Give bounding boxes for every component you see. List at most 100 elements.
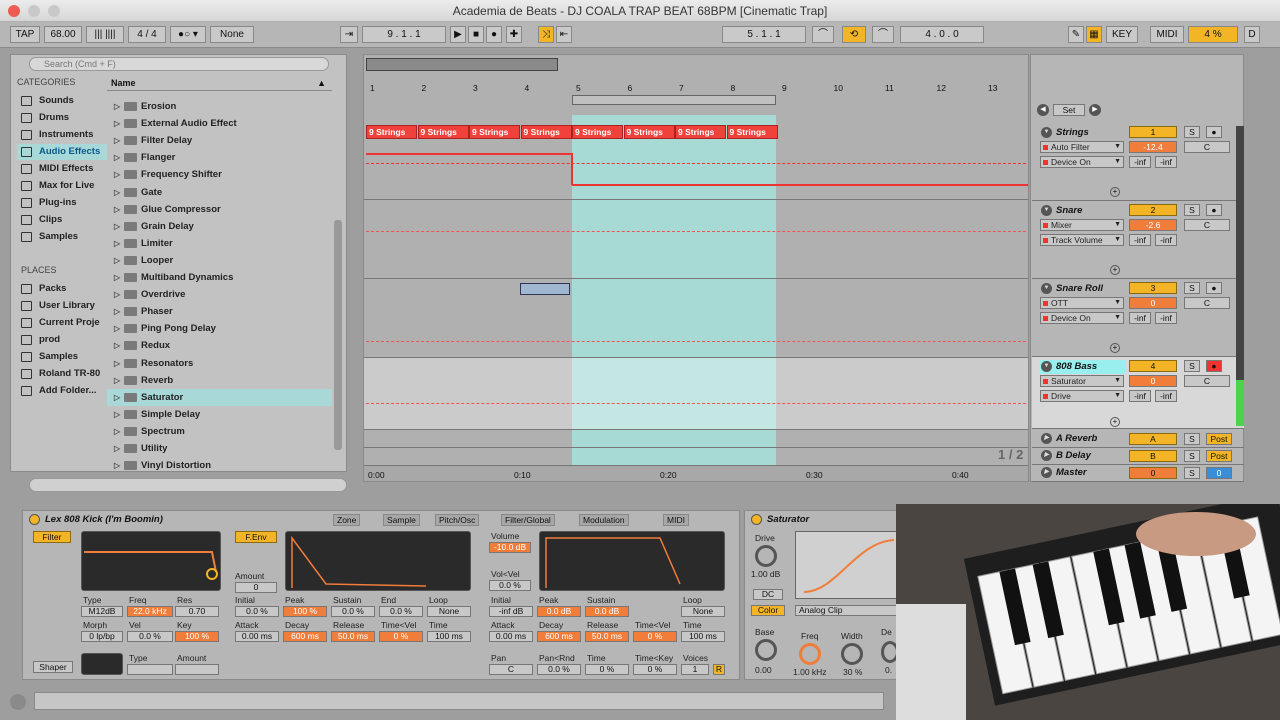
expand-triangle-icon[interactable]: ▷ (114, 457, 120, 474)
send-a-field[interactable]: -inf (1129, 312, 1151, 324)
freq-knob[interactable] (799, 643, 821, 665)
song-position-field[interactable]: 9 . 1 . 1 (362, 26, 446, 43)
device-chooser[interactable]: OTT ▼ (1040, 297, 1124, 309)
track-activator[interactable]: 2 (1129, 204, 1177, 216)
track-name[interactable]: ▼ Snare Roll (1040, 282, 1126, 296)
strings-clip[interactable]: 9 Strings (469, 125, 520, 139)
send-a-field[interactable]: -inf (1129, 234, 1151, 246)
filter-envelope-toggle[interactable]: F.Env (235, 531, 277, 543)
return-activator[interactable]: B (1129, 450, 1177, 462)
browser-item[interactable]: ▷ Saturator (107, 388, 332, 406)
timevel-field[interactable]: 0 % (379, 631, 423, 642)
device-chooser[interactable]: Saturator ▼ (1040, 375, 1124, 387)
amp-decay-field[interactable]: 600 ms (537, 631, 581, 642)
waveshape-select[interactable]: Analog Clip (795, 605, 901, 616)
amp-timevel-field[interactable]: 0 % (633, 631, 677, 642)
category-clips[interactable]: Clips (17, 212, 107, 228)
send-a-field[interactable]: -inf (1129, 156, 1151, 168)
shaper-type-select[interactable] (127, 664, 173, 675)
send-b-field[interactable]: -inf (1155, 390, 1177, 402)
browser-item[interactable]: ▷ Reverb (107, 372, 332, 389)
quantize-select[interactable]: None (210, 26, 254, 43)
tab-midi[interactable]: MIDI (663, 514, 689, 526)
strings-clip[interactable]: 9 Strings (726, 125, 778, 139)
browser-scrollbar[interactable] (334, 220, 342, 450)
volume-field[interactable]: -10.0 dB (489, 542, 531, 553)
add-automation-lane-icon[interactable]: + (1110, 265, 1120, 275)
expand-triangle-icon[interactable]: ▷ (114, 184, 120, 201)
device-chooser[interactable]: Mixer ▼ (1040, 219, 1124, 231)
zoom-window-button[interactable] (48, 5, 60, 17)
track-pan-field[interactable]: C (1184, 219, 1230, 231)
beat-ruler[interactable]: 1 2 3 4 5 6 7 8 9 10 11 12 13 (364, 81, 1028, 95)
color-button[interactable]: Color (751, 605, 785, 616)
fold-toggle-icon[interactable]: ▼ (1041, 205, 1052, 216)
dc-button[interactable]: DC (753, 589, 783, 600)
arm-button[interactable]: ● (1206, 126, 1222, 138)
track-pan-field[interactable]: C (1184, 141, 1230, 153)
info-view-toggle[interactable] (10, 694, 26, 710)
tab-modulation[interactable]: Modulation (579, 514, 629, 526)
track-lane-snare-roll[interactable] (364, 279, 1028, 358)
browser-item[interactable]: ▷ Ping Pong Delay (107, 320, 332, 337)
loop-select[interactable]: None (427, 606, 471, 617)
expand-triangle-icon[interactable]: ▷ (114, 115, 120, 132)
amp-peak-field[interactable]: 0.0 dB (537, 606, 581, 617)
shaper-amount-field[interactable] (175, 664, 219, 675)
metronome-button[interactable]: ●○ ▾ (170, 26, 206, 43)
search-input[interactable]: Search (Cmd + F) (29, 57, 329, 71)
parameter-chooser[interactable]: Device On ▼ (1040, 156, 1124, 168)
solo-button[interactable]: S (1184, 433, 1200, 445)
expand-triangle-icon[interactable]: ▷ (114, 423, 120, 440)
expand-triangle-icon[interactable]: ▷ (114, 166, 120, 183)
expand-triangle-icon[interactable]: ▷ (114, 201, 120, 218)
strings-clip[interactable]: 9 Strings (366, 125, 417, 139)
panrnd-field[interactable]: 0.0 % (537, 664, 581, 675)
browser-item[interactable]: ▷ Overdrive (107, 286, 332, 303)
width-knob[interactable] (841, 643, 863, 665)
track-name[interactable]: ▼ 808 Bass (1040, 360, 1126, 374)
return-post-button[interactable]: 0 (1206, 467, 1232, 479)
browser-item[interactable]: ▷ Limiter (107, 235, 332, 252)
meter-field[interactable]: 4 / 4 (128, 26, 166, 43)
expand-triangle-icon[interactable]: ▷ (114, 98, 120, 115)
arm-button[interactable]: ● (1206, 204, 1222, 216)
drive-knob[interactable] (755, 545, 777, 567)
arm-button[interactable]: ● (1206, 282, 1222, 294)
filter-toggle[interactable]: Filter (33, 531, 71, 543)
peak-field[interactable]: 100 % (283, 606, 327, 617)
punch-in-icon[interactable]: ⌒ (812, 26, 834, 43)
place-samples[interactable]: Samples (17, 349, 107, 365)
midi-map-button[interactable]: MIDI (1150, 26, 1184, 43)
shaper-toggle[interactable]: Shaper (33, 661, 73, 673)
return-track-name[interactable]: ▶ A Reverb (1040, 432, 1126, 446)
loop-length-field[interactable]: 4 . 0 . 0 (900, 26, 984, 43)
filter-res-field[interactable]: 0.70 (175, 606, 219, 617)
send-b-field[interactable]: -inf (1155, 234, 1177, 246)
place-packs[interactable]: Packs (17, 281, 107, 297)
track-volume-field[interactable]: -2.6 (1129, 219, 1177, 231)
attack-field[interactable]: 0.00 ms (235, 631, 279, 642)
saturator-power-icon[interactable] (751, 514, 762, 525)
category-audio-effects[interactable]: Audio Effects (17, 144, 107, 160)
expand-triangle-icon[interactable]: ▷ (114, 320, 120, 337)
automation-line-2[interactable] (572, 184, 1028, 186)
browser-item[interactable]: ▷ Spectrum (107, 423, 332, 440)
amount-field[interactable]: 0 (235, 582, 277, 593)
base-knob[interactable] (755, 639, 777, 661)
track-pan-field[interactable]: C (1184, 297, 1230, 309)
back-to-arrangement-icon[interactable]: ⇤ (556, 26, 572, 43)
track-activator[interactable]: 1 (1129, 126, 1177, 138)
expand-triangle-icon[interactable]: ▷ (114, 252, 120, 269)
place-roland-tr-80[interactable]: Roland TR-80 (17, 366, 107, 382)
decay-field[interactable]: 600 ms (283, 631, 327, 642)
browser-item[interactable]: ▷ Simple Delay (107, 406, 332, 423)
browser-item[interactable]: ▷ Grain Delay (107, 218, 332, 235)
expand-icon[interactable]: ▶ (1041, 450, 1052, 461)
voices-select[interactable]: 1 (681, 664, 709, 675)
category-plug-ins[interactable]: Plug-ins (17, 195, 107, 211)
browser-item[interactable]: ▷ Glue Compressor (107, 201, 332, 218)
place-user-library[interactable]: User Library (17, 298, 107, 314)
record-icon[interactable]: ● (486, 26, 502, 43)
device-power-icon[interactable] (29, 514, 40, 525)
